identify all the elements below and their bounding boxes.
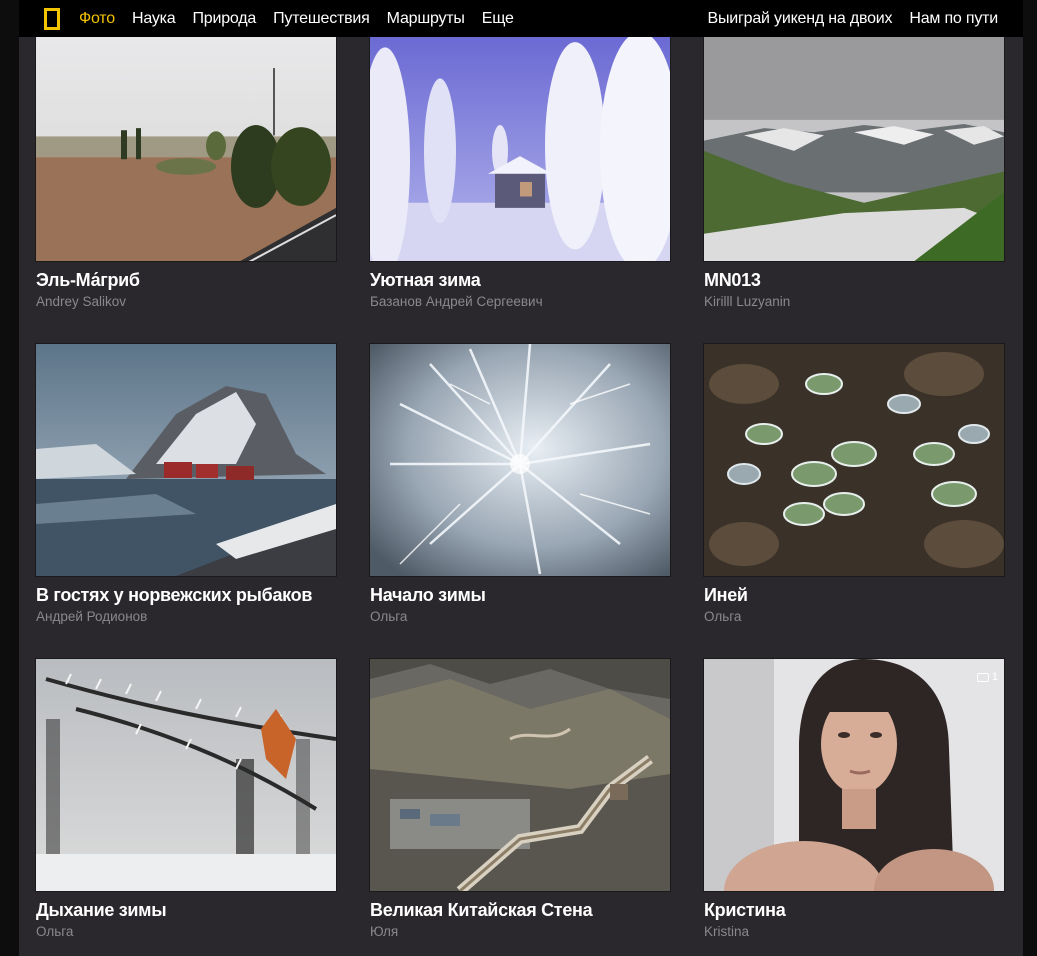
secondary-nav: Выиграй уикенд на двоих Нам по пути	[691, 0, 999, 37]
main-nav: Фото Наука Природа Путешествия Маршруты …	[79, 0, 514, 37]
comment-count-badge[interactable]: 1	[976, 671, 998, 683]
photo-thumbnail[interactable]	[36, 344, 336, 576]
photo-author[interactable]: Базанов Андрей Сергеевич	[370, 294, 670, 309]
photo-title[interactable]: Иней	[704, 584, 1004, 606]
photo-card[interactable]: MN013 Kirilll Luzyanin	[704, 37, 1004, 309]
photo-author[interactable]: Ольга	[704, 609, 1004, 624]
photo-card[interactable]: Начало зимы Ольга	[370, 344, 670, 624]
nav-item-science[interactable]: Наука	[132, 10, 176, 28]
photo-author[interactable]: Kirilll Luzyanin	[704, 294, 1004, 309]
photo-thumbnail[interactable]	[36, 37, 336, 261]
photo-title[interactable]: Великая Китайская Стена	[370, 899, 670, 921]
photo-thumbnail[interactable]	[370, 344, 670, 576]
photo-title[interactable]: Уютная зима	[370, 269, 670, 291]
nav-item-travel[interactable]: Путешествия	[273, 10, 370, 28]
photo-card[interactable]: Дыхание зимы Ольга	[36, 659, 336, 939]
photo-author[interactable]: Kristina	[704, 924, 1004, 939]
photo-title[interactable]: Дыхание зимы	[36, 899, 336, 921]
photo-author[interactable]: Andrey Salikov	[36, 294, 336, 309]
photo-author[interactable]: Ольга	[370, 609, 670, 624]
photo-author[interactable]: Юля	[370, 924, 670, 939]
photo-author[interactable]: Андрей Родионов	[36, 609, 336, 624]
photo-thumbnail[interactable]	[704, 344, 1004, 576]
nav-item-routes[interactable]: Маршруты	[387, 10, 465, 28]
photo-title[interactable]: Кристина	[704, 899, 1004, 921]
nav-item-on-our-way[interactable]: Нам по пути	[909, 10, 998, 28]
top-navigation-bar: Фото Наука Природа Путешествия Маршруты …	[19, 0, 1023, 37]
photo-card[interactable]: Эль-Ма́гриб Andrey Salikov	[36, 37, 336, 309]
comment-icon	[976, 672, 989, 682]
photo-thumbnail[interactable]	[36, 659, 336, 891]
photo-card[interactable]: Уютная зима Базанов Андрей Сергеевич	[370, 37, 670, 309]
photo-title[interactable]: Эль-Ма́гриб	[36, 269, 336, 291]
photo-card[interactable]: Великая Китайская Стена Юля	[370, 659, 670, 939]
nav-item-photo[interactable]: Фото	[79, 10, 115, 28]
photo-title[interactable]: MN013	[704, 269, 1004, 291]
yellow-frame-logo-icon[interactable]	[44, 8, 60, 30]
comment-count: 1	[991, 671, 998, 683]
photo-author[interactable]: Ольга	[36, 924, 336, 939]
photo-thumbnail[interactable]	[370, 659, 670, 891]
photo-thumbnail[interactable]	[704, 37, 1004, 261]
photo-thumbnail[interactable]: 1	[704, 659, 1004, 891]
photo-card[interactable]: Иней Ольга	[704, 344, 1004, 624]
nav-item-nature[interactable]: Природа	[193, 10, 257, 28]
nav-item-more[interactable]: Еще	[482, 10, 514, 28]
nav-item-win-weekend[interactable]: Выиграй уикенд на двоих	[708, 10, 893, 28]
photo-title[interactable]: Начало зимы	[370, 584, 670, 606]
photo-thumbnail[interactable]	[370, 37, 670, 261]
photo-title[interactable]: В гостях у норвежских рыбаков	[36, 584, 336, 606]
photo-card[interactable]: 1 Кристина Kristina	[704, 659, 1004, 939]
photo-card[interactable]: В гостях у норвежских рыбаков Андрей Род…	[36, 344, 336, 624]
